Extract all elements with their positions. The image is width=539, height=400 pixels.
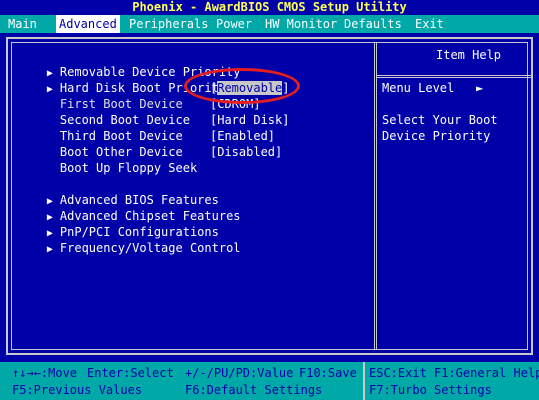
menu-defaults[interactable]: Defaults xyxy=(341,15,405,33)
menu-main[interactable]: Main xyxy=(5,15,40,33)
panel-divider xyxy=(374,43,377,349)
submenu-advanced-chipset[interactable]: ▶ Advanced Chipset Features xyxy=(18,192,241,223)
status-bar: ↑↓→←:Move Enter:Select +/-/PU/PD:Value F… xyxy=(0,362,539,400)
status-move: ↑↓→←:Move xyxy=(12,366,78,380)
menu-advanced[interactable]: Advanced xyxy=(56,15,120,33)
menu-bar: Main Advanced Peripherals Power HW Monit… xyxy=(0,15,539,33)
menu-level: Menu Level ► xyxy=(382,81,484,95)
help-line-1: Select Your Boot xyxy=(382,113,498,127)
status-turbo: F7:Turbo Settings xyxy=(369,383,492,397)
boot-other-device-row[interactable]: Boot Other Device [Enabled] xyxy=(31,128,321,159)
triangle-right-icon: ► xyxy=(475,81,484,95)
status-exit: ESC:Exit xyxy=(369,366,427,380)
status-previous: F5:Previous Values xyxy=(12,383,143,397)
menu-exit[interactable]: Exit xyxy=(412,15,447,33)
third-boot-device-value[interactable]: [Hard Disk] xyxy=(210,112,289,128)
submenu-advanced-bios[interactable]: ▶ Advanced BIOS Features xyxy=(18,176,219,207)
help-line-2: Device Priority xyxy=(382,129,491,143)
status-divider xyxy=(363,362,365,400)
help-divider xyxy=(377,75,531,78)
boot-floppy-seek-value[interactable]: [Disabled] xyxy=(210,144,282,160)
item-help-title: Item Help xyxy=(436,48,502,62)
boot-floppy-seek-row[interactable]: Boot Up Floppy Seek [Disabled] xyxy=(31,144,321,175)
title-bar: Phoenix - AwardBIOS CMOS Setup Utility xyxy=(132,0,407,14)
status-select: Enter:Select xyxy=(87,366,174,380)
menu-power[interactable]: Power xyxy=(213,15,255,33)
status-save: F10:Save xyxy=(299,366,357,380)
status-value: +/-/PU/PD:Value xyxy=(185,366,294,380)
status-defaults: F6:Default Settings xyxy=(185,383,323,397)
submenu-pnp-pci[interactable]: ▶ PnP/PCI Configurations xyxy=(18,208,219,239)
status-help: F1:General Help xyxy=(434,366,539,380)
submenu-frequency-voltage[interactable]: ▶ Frequency/Voltage Control xyxy=(18,224,241,255)
menu-hw-monitor[interactable]: HW Monitor xyxy=(262,15,340,33)
third-boot-device-row[interactable]: Third Boot Device [Hard Disk] xyxy=(31,112,321,143)
bios-screen: Phoenix - AwardBIOS CMOS Setup Utility M… xyxy=(0,0,539,400)
submenu-removable-priority[interactable]: ▶ Removable Device Priority xyxy=(18,48,241,79)
highlight-circle xyxy=(184,68,300,104)
boot-other-device-value[interactable]: [Enabled] xyxy=(210,128,275,144)
menu-peripherals[interactable]: Peripherals xyxy=(126,15,211,33)
triangle-right-icon: ▶ xyxy=(46,244,53,255)
